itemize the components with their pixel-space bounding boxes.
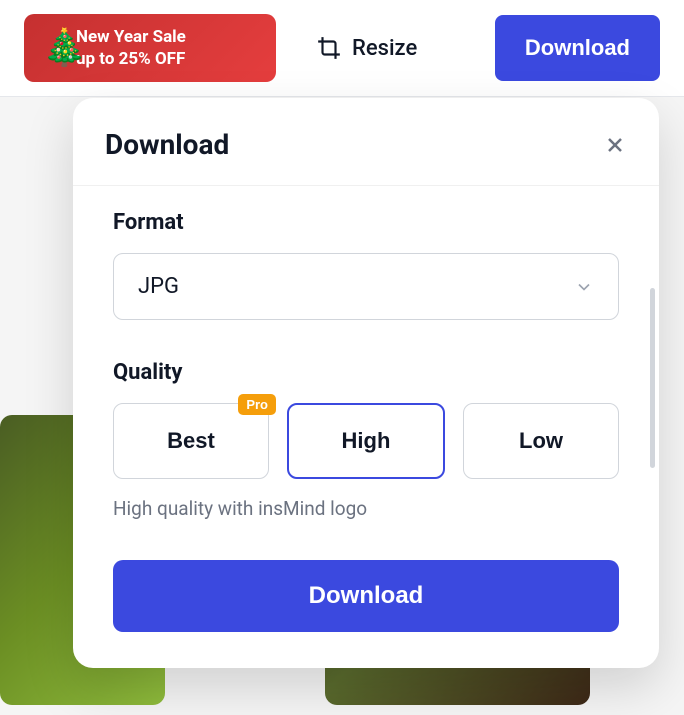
close-icon — [603, 133, 627, 157]
quality-option-high[interactable]: High — [287, 403, 445, 479]
download-button-primary[interactable]: Download — [113, 560, 619, 632]
modal-title: Download — [105, 128, 229, 161]
download-modal: Download Format JPG Quality Pro Best Hig… — [73, 98, 659, 668]
top-bar: 🎄 New Year Sale up to 25% OFF Resize Dow… — [0, 0, 684, 97]
quality-label: Quality — [113, 360, 619, 385]
modal-header: Download — [73, 98, 659, 186]
tree-icon: 🎄 — [42, 25, 87, 72]
quality-option-best[interactable]: Pro Best — [113, 403, 269, 479]
promo-line1: New Year Sale — [76, 26, 264, 48]
promo-banner[interactable]: 🎄 New Year Sale up to 25% OFF — [24, 14, 276, 82]
quality-option-low[interactable]: Low — [463, 403, 619, 479]
quality-description: High quality with insMind logo — [113, 497, 619, 520]
format-selected-value: JPG — [138, 274, 179, 299]
resize-label: Resize — [352, 36, 417, 61]
quality-low-label: Low — [519, 428, 563, 453]
scrollbar[interactable] — [650, 288, 655, 468]
modal-body: Format JPG Quality Pro Best High Low Hig… — [73, 186, 659, 656]
crop-icon — [316, 35, 342, 61]
chevron-down-icon — [574, 277, 594, 297]
close-button[interactable] — [603, 133, 627, 157]
quality-best-label: Best — [167, 428, 215, 453]
pro-badge: Pro — [238, 394, 276, 415]
format-select[interactable]: JPG — [113, 253, 619, 320]
resize-button[interactable]: Resize — [316, 35, 417, 61]
download-button-header[interactable]: Download — [495, 15, 660, 81]
quality-options: Pro Best High Low — [113, 403, 619, 479]
format-label: Format — [113, 210, 619, 235]
promo-line2: up to 25% OFF — [76, 48, 264, 70]
quality-high-label: High — [342, 428, 391, 453]
